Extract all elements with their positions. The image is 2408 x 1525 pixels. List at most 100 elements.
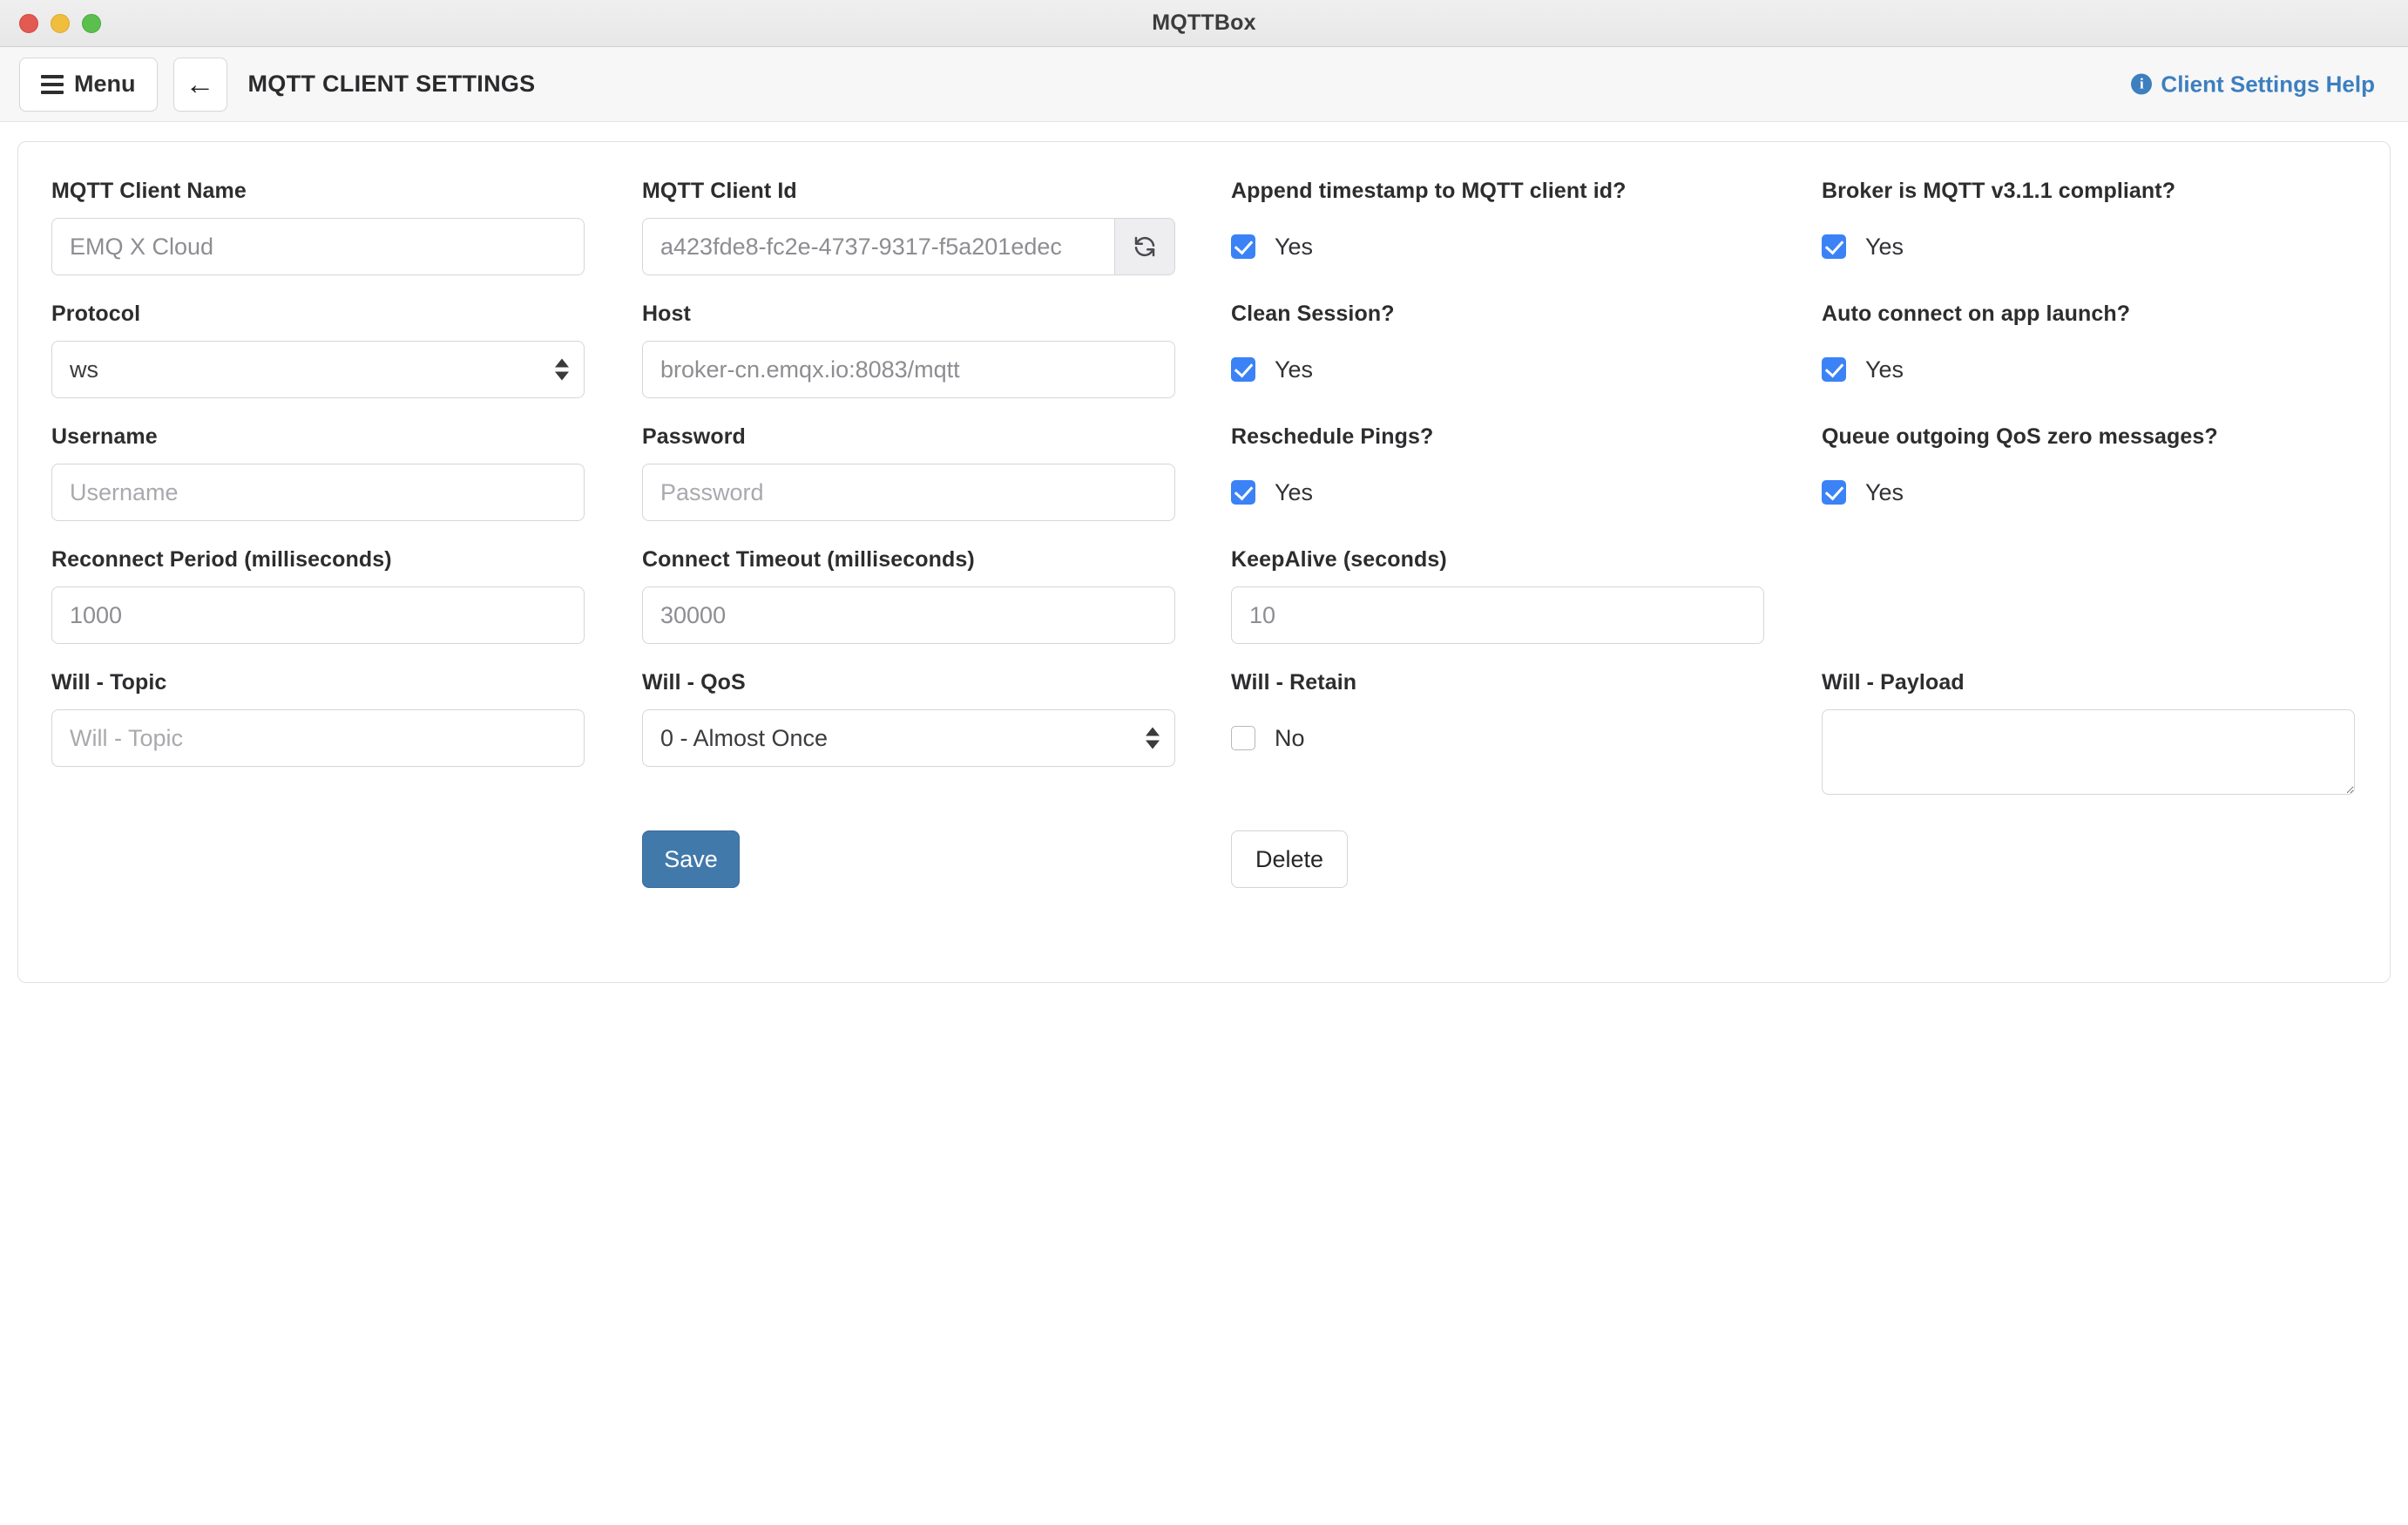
label-reschedule-pings: Reschedule Pings? <box>1231 424 1434 449</box>
field-protocol: Protocol ws <box>51 302 642 424</box>
broker-compliant-row: Yes <box>1822 218 2388 275</box>
field-clean-session: Clean Session? Yes <box>1231 302 1822 424</box>
will-retain-checkbox[interactable] <box>1231 726 1255 750</box>
field-mqtt-client-name: MQTT Client Name <box>51 179 642 302</box>
field-will-qos: Will - QoS 0 - Almost Once <box>642 670 1231 825</box>
menu-button-label: Menu <box>74 71 136 97</box>
field-connect-timeout: Connect Timeout (milliseconds) <box>642 547 1231 670</box>
arrow-left-icon: ← <box>185 67 215 101</box>
label-connect-timeout: Connect Timeout (milliseconds) <box>642 547 975 572</box>
auto-connect-state: Yes <box>1865 356 1904 383</box>
clean-session-checkbox[interactable] <box>1231 357 1255 382</box>
label-mqtt-client-id: MQTT Client Id <box>642 179 797 203</box>
field-username: Username <box>51 424 642 547</box>
field-host: Host <box>642 302 1231 424</box>
back-button[interactable]: ← <box>172 57 227 112</box>
client-settings-help-label: Client Settings Help <box>2161 71 2375 97</box>
label-auto-connect: Auto connect on app launch? <box>1822 302 2131 326</box>
label-append-timestamp: Append timestamp to MQTT client id? <box>1231 179 1627 203</box>
label-queue-qos-zero: Queue outgoing QoS zero messages? <box>1822 424 2218 449</box>
action-buttons-row: Save Delete <box>51 830 2357 888</box>
field-broker-compliant: Broker is MQTT v3.1.1 compliant? Yes <box>1822 179 2388 302</box>
menu-button[interactable]: Menu <box>19 57 158 112</box>
label-clean-session: Clean Session? <box>1231 302 1395 326</box>
field-reconnect-period: Reconnect Period (milliseconds) <box>51 547 642 670</box>
label-will-qos: Will - QoS <box>642 670 746 695</box>
client-settings-card: MQTT Client Name MQTT Client Id <box>17 141 2391 983</box>
field-spacer-row4 <box>1822 547 2388 670</box>
append-timestamp-checkbox[interactable] <box>1231 234 1255 259</box>
queue-qos-zero-row: Yes <box>1822 464 2388 521</box>
append-timestamp-row: Yes <box>1231 218 1775 275</box>
label-protocol: Protocol <box>51 302 141 326</box>
will-topic-input[interactable] <box>51 709 585 767</box>
label-mqtt-client-name: MQTT Client Name <box>51 179 247 203</box>
save-button-cell: Save <box>642 830 1231 888</box>
info-circle-icon: i <box>2131 73 2153 95</box>
will-qos-select[interactable]: 0 - Almost Once <box>642 709 1175 767</box>
label-reconnect-period: Reconnect Period (milliseconds) <box>51 547 392 572</box>
save-button[interactable]: Save <box>642 830 740 888</box>
will-retain-state: No <box>1275 724 1305 751</box>
protocol-select-wrap: ws <box>51 341 585 398</box>
label-host: Host <box>642 302 691 326</box>
label-broker-compliant: Broker is MQTT v3.1.1 compliant? <box>1822 179 2176 203</box>
reschedule-pings-state: Yes <box>1275 478 1314 505</box>
hamburger-icon <box>41 74 64 94</box>
app-toolbar: Menu ← MQTT CLIENT SETTINGS i Client Set… <box>0 47 2408 122</box>
page-title: MQTT CLIENT SETTINGS <box>247 71 536 97</box>
delete-button[interactable]: Delete <box>1231 830 1348 888</box>
content-area: MQTT Client Name MQTT Client Id <box>0 122 2408 1525</box>
label-keepalive: KeepAlive (seconds) <box>1231 547 1447 572</box>
window-title: MQTTBox <box>1152 10 1256 35</box>
field-mqtt-client-id: MQTT Client Id <box>642 179 1231 302</box>
password-input[interactable] <box>642 464 1175 521</box>
broker-compliant-state: Yes <box>1865 233 1904 260</box>
field-keepalive: KeepAlive (seconds) <box>1231 547 1822 670</box>
will-payload-textarea[interactable] <box>1822 709 2355 795</box>
field-queue-qos-zero: Queue outgoing QoS zero messages? Yes <box>1822 424 2388 547</box>
regenerate-client-id-button[interactable] <box>1114 218 1175 275</box>
field-will-topic: Will - Topic <box>51 670 642 825</box>
mqtt-client-name-input[interactable] <box>51 218 585 275</box>
client-settings-help-link[interactable]: i Client Settings Help <box>2131 71 2375 98</box>
keepalive-input[interactable] <box>1231 586 1764 644</box>
delete-button-cell: Delete <box>1231 830 1822 888</box>
reschedule-pings-row: Yes <box>1231 464 1775 521</box>
app-window: MQTTBox Menu ← MQTT CLIENT SETTINGS i Cl… <box>0 0 2408 1525</box>
mqtt-client-id-input[interactable] <box>642 218 1114 275</box>
connect-timeout-input[interactable] <box>642 586 1175 644</box>
auto-connect-row: Yes <box>1822 341 2388 398</box>
field-will-payload: Will - Payload <box>1822 670 2388 825</box>
queue-qos-zero-checkbox[interactable] <box>1822 480 1846 505</box>
field-will-retain: Will - Retain No <box>1231 670 1822 825</box>
settings-grid: MQTT Client Name MQTT Client Id <box>51 179 2357 825</box>
clean-session-row: Yes <box>1231 341 1775 398</box>
mqtt-client-id-group <box>642 218 1175 275</box>
host-input[interactable] <box>642 341 1175 398</box>
traffic-light-controls <box>19 13 101 33</box>
broker-compliant-checkbox[interactable] <box>1822 234 1846 259</box>
refresh-icon <box>1134 236 1155 257</box>
username-input[interactable] <box>51 464 585 521</box>
close-window-button[interactable] <box>19 13 38 33</box>
append-timestamp-state: Yes <box>1275 233 1314 260</box>
label-username: Username <box>51 424 158 449</box>
field-password: Password <box>642 424 1231 547</box>
field-append-timestamp: Append timestamp to MQTT client id? Yes <box>1231 179 1822 302</box>
field-auto-connect: Auto connect on app launch? Yes <box>1822 302 2388 424</box>
will-retain-row: No <box>1231 709 1775 767</box>
label-password: Password <box>642 424 746 449</box>
label-will-payload: Will - Payload <box>1822 670 1965 695</box>
field-reschedule-pings: Reschedule Pings? Yes <box>1231 424 1822 547</box>
clean-session-state: Yes <box>1275 356 1314 383</box>
reschedule-pings-checkbox[interactable] <box>1231 480 1255 505</box>
protocol-select[interactable]: ws <box>51 341 585 398</box>
label-will-retain: Will - Retain <box>1231 670 1357 695</box>
reconnect-period-input[interactable] <box>51 586 585 644</box>
will-qos-select-wrap: 0 - Almost Once <box>642 709 1175 767</box>
maximize-window-button[interactable] <box>82 13 101 33</box>
title-bar: MQTTBox <box>0 0 2408 47</box>
minimize-window-button[interactable] <box>51 13 70 33</box>
auto-connect-checkbox[interactable] <box>1822 357 1846 382</box>
